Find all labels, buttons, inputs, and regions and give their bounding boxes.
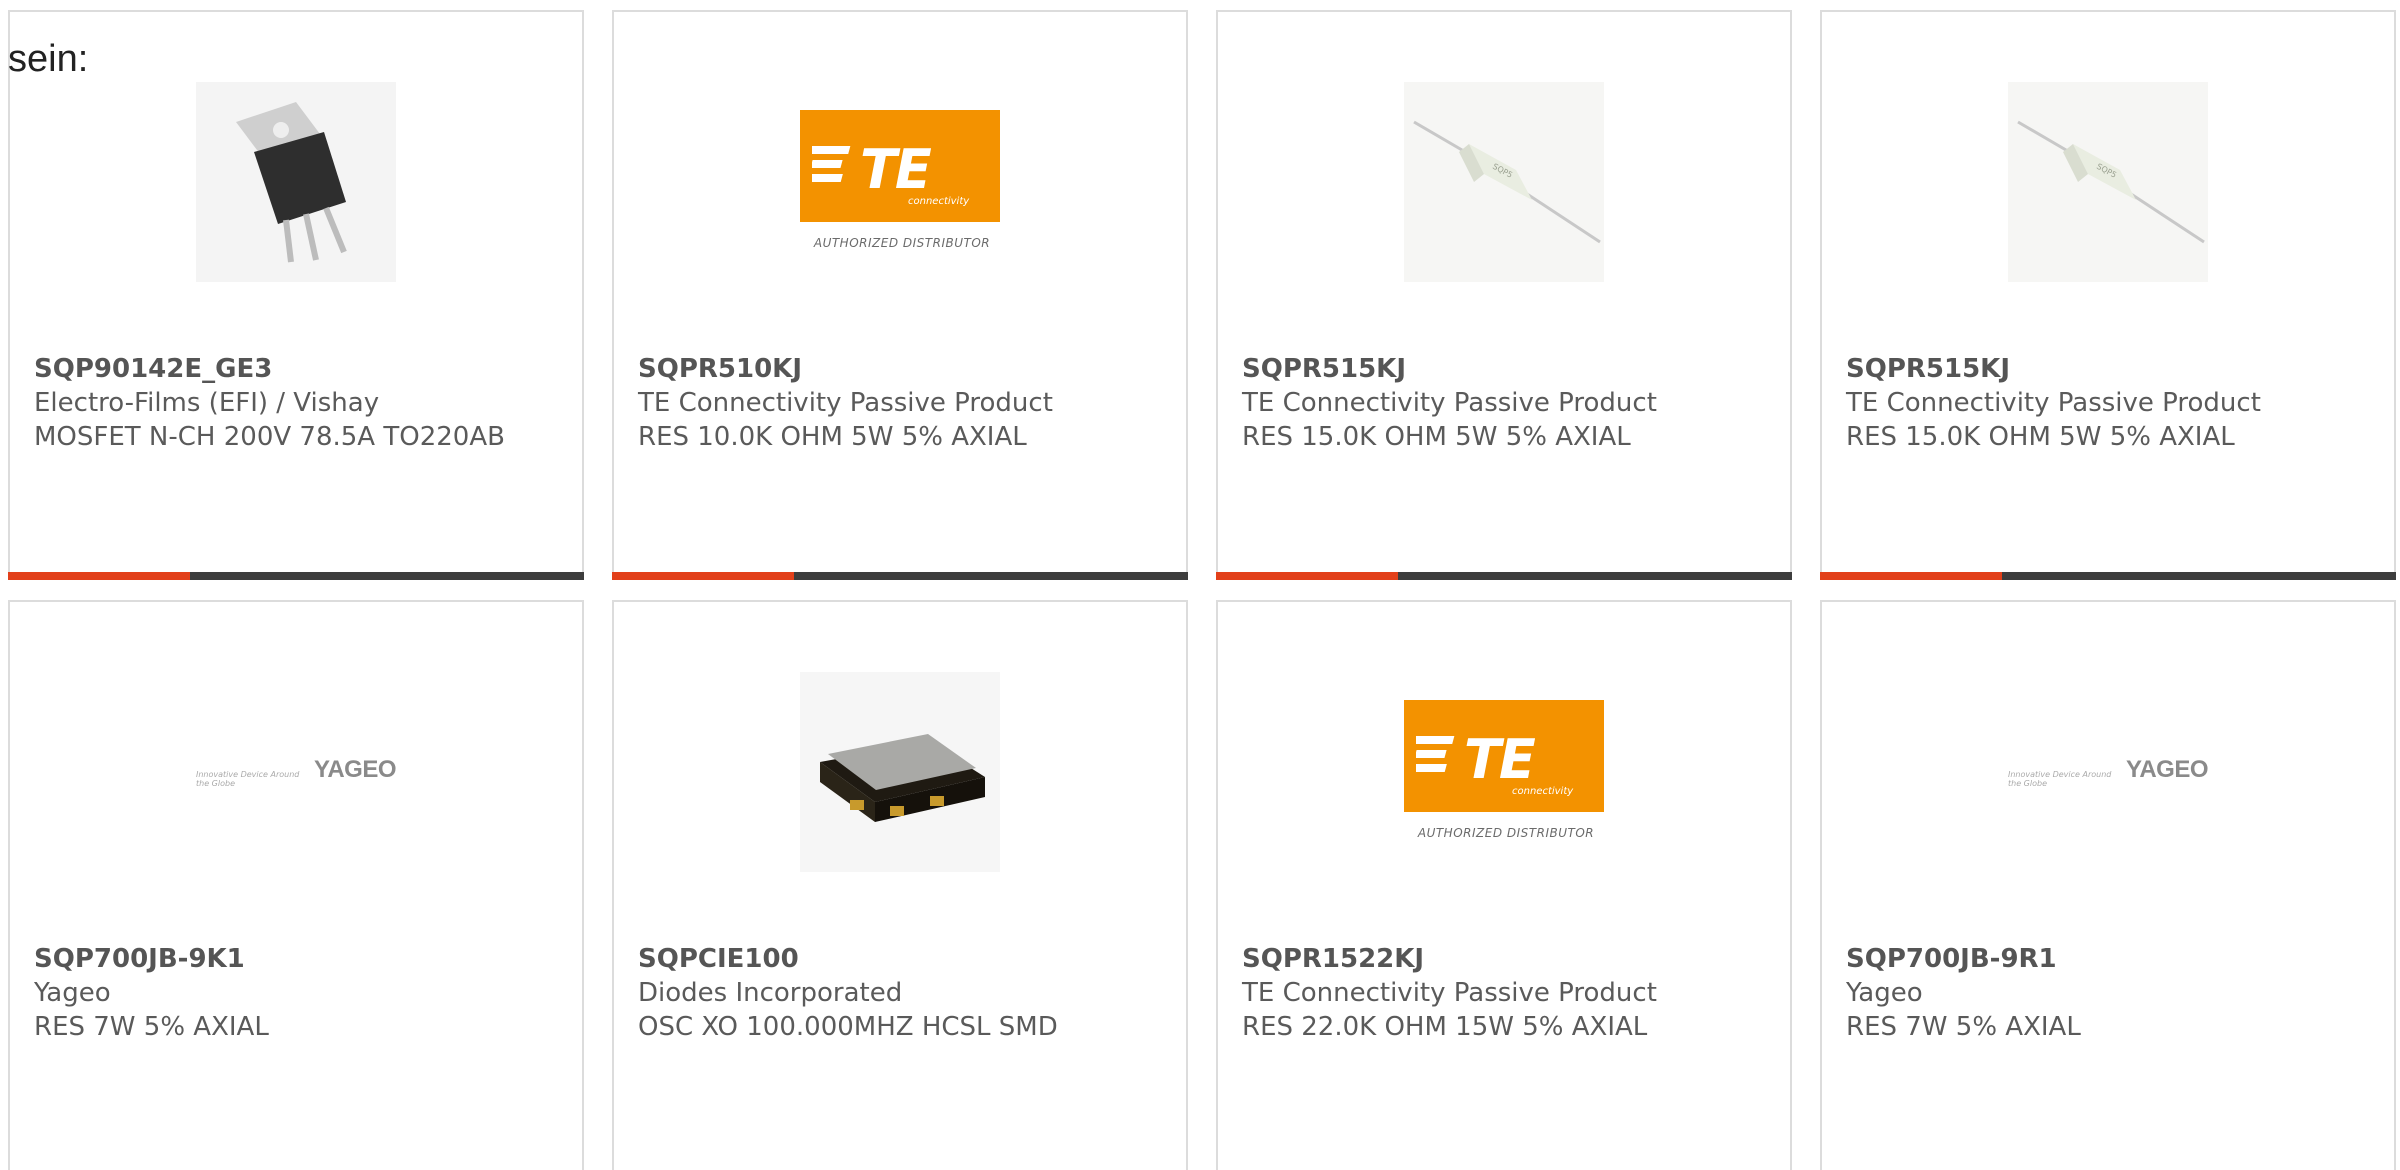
intro-text: sein: bbox=[8, 38, 89, 80]
description: RES 7W 5% AXIAL bbox=[34, 1012, 269, 1042]
description: MOSFET N-CH 200V 78.5A TO220AB bbox=[34, 422, 505, 452]
manufacturer: Diodes Incorporated bbox=[638, 978, 903, 1008]
description: OSC XO 100.000MHZ HCSL SMD bbox=[638, 1012, 1058, 1042]
yageo-logo: Innovative Device Around the Globe YAGEO bbox=[196, 756, 396, 788]
part-number[interactable]: SQPCIE100 bbox=[638, 942, 1166, 976]
manufacturer: Electro-Films (EFI) / Vishay bbox=[34, 388, 380, 418]
part-number[interactable]: SQP700JB-9R1 bbox=[1846, 942, 2374, 976]
te-connectivity-logo: TE connectivity AUTHORIZED DISTRIBUTOR bbox=[800, 82, 1000, 282]
part-number[interactable]: SQPR1522KJ bbox=[1242, 942, 1770, 976]
manufacturer: TE Connectivity Passive Product bbox=[1846, 388, 2261, 418]
product-card[interactable]: SQP90142E_GE3 Electro-Films (EFI) / Vish… bbox=[8, 10, 584, 580]
te-connectivity-logo: TE connectivity AUTHORIZED DISTRIBUTOR bbox=[1404, 672, 1604, 872]
product-card[interactable]: TE connectivity AUTHORIZED DISTRIBUTOR S… bbox=[612, 10, 1188, 580]
part-number[interactable]: SQP700JB-9K1 bbox=[34, 942, 562, 976]
part-number[interactable]: SQPR515KJ bbox=[1242, 352, 1770, 386]
manufacturer: Yageo bbox=[1846, 978, 1923, 1008]
description: RES 22.0K OHM 15W 5% AXIAL bbox=[1242, 1012, 1648, 1042]
description: RES 15.0K OHM 5W 5% AXIAL bbox=[1846, 422, 2235, 452]
card-bar bbox=[1216, 572, 1792, 580]
manufacturer: TE Connectivity Passive Product bbox=[1242, 388, 1657, 418]
product-card[interactable]: SQP5 SQPR515KJ TE Connectivity Passive P… bbox=[1820, 10, 2396, 580]
part-number[interactable]: SQPR515KJ bbox=[1846, 352, 2374, 386]
yageo-logo: Innovative Device Around the Globe YAGEO bbox=[2008, 756, 2208, 788]
description: RES 10.0K OHM 5W 5% AXIAL bbox=[638, 422, 1027, 452]
product-card[interactable]: SQP5 SQPR515KJ TE Connectivity Passive P… bbox=[1216, 10, 1792, 580]
part-number[interactable]: SQP90142E_GE3 bbox=[34, 352, 562, 386]
description: RES 15.0K OHM 5W 5% AXIAL bbox=[1242, 422, 1631, 452]
product-card[interactable]: Innovative Device Around the Globe YAGEO… bbox=[1820, 600, 2396, 1170]
card-bar-accent bbox=[1216, 572, 1398, 580]
product-card[interactable]: TE connectivity AUTHORIZED DISTRIBUTOR S… bbox=[1216, 600, 1792, 1170]
manufacturer: TE Connectivity Passive Product bbox=[1242, 978, 1657, 1008]
ceramic-resistor-icon: SQP5 bbox=[1404, 82, 1604, 282]
card-bar bbox=[612, 572, 1188, 580]
part-number[interactable]: SQPR510KJ bbox=[638, 352, 1166, 386]
card-bar-accent bbox=[8, 572, 190, 580]
manufacturer: Yageo bbox=[34, 978, 111, 1008]
card-bar bbox=[8, 572, 584, 580]
card-bar-accent bbox=[1820, 572, 2002, 580]
card-bar bbox=[1820, 572, 2396, 580]
oscillator-chip-icon bbox=[800, 672, 1000, 872]
card-bar-accent bbox=[612, 572, 794, 580]
product-card[interactable]: Innovative Device Around the Globe YAGEO… bbox=[8, 600, 584, 1170]
to220-transistor-icon bbox=[196, 82, 396, 282]
product-card[interactable]: SQPCIE100 Diodes Incorporated OSC XO 100… bbox=[612, 600, 1188, 1170]
ceramic-resistor-icon: SQP5 bbox=[2008, 82, 2208, 282]
manufacturer: TE Connectivity Passive Product bbox=[638, 388, 1053, 418]
description: RES 7W 5% AXIAL bbox=[1846, 1012, 2081, 1042]
